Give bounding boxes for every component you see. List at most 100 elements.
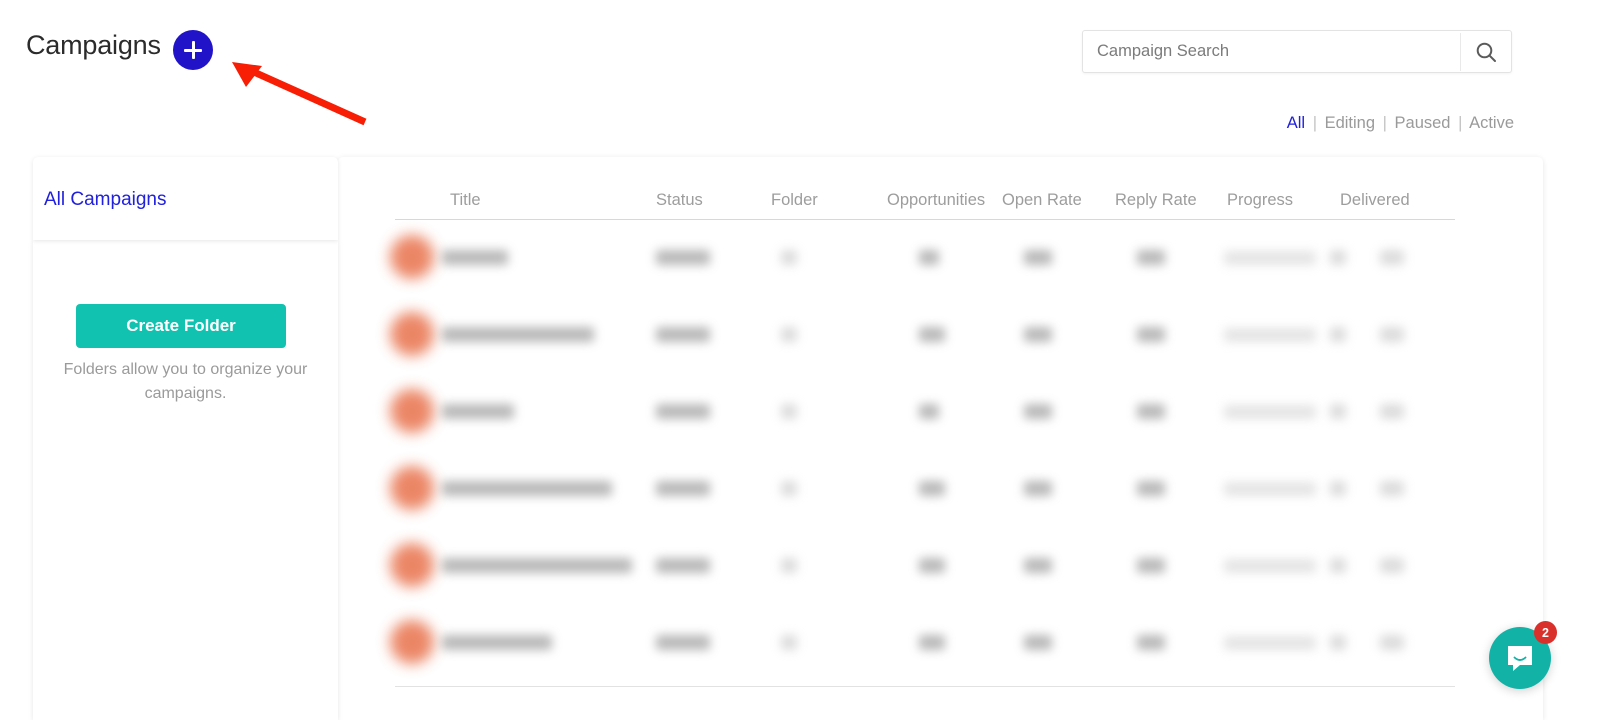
table-row[interactable] bbox=[338, 219, 1543, 296]
sidebar-body-card: Create Folder Folders allow you to organ… bbox=[33, 240, 338, 720]
sidebar-item-all-campaigns[interactable]: All Campaigns bbox=[44, 189, 167, 211]
status-filter-editing[interactable]: Editing bbox=[1325, 114, 1375, 132]
row-status-redacted bbox=[656, 558, 710, 573]
row-progress-redacted bbox=[1224, 559, 1316, 573]
row-progress-value-redacted bbox=[1330, 250, 1346, 265]
table-bottom-divider bbox=[395, 686, 1455, 687]
row-delivered-redacted bbox=[1380, 327, 1404, 342]
row-progress-redacted bbox=[1224, 405, 1316, 419]
row-reply-rate-redacted bbox=[1137, 558, 1165, 573]
row-open-rate-redacted bbox=[1024, 481, 1052, 496]
row-folder-redacted bbox=[781, 481, 797, 496]
row-title-redacted bbox=[442, 635, 552, 650]
row-progress-value-redacted bbox=[1330, 558, 1346, 573]
row-folder-redacted bbox=[781, 327, 797, 342]
row-status-redacted bbox=[656, 250, 710, 265]
status-filter-active[interactable]: Active bbox=[1469, 114, 1514, 132]
row-opportunities-redacted bbox=[919, 327, 945, 342]
row-progress-value-redacted bbox=[1330, 481, 1346, 496]
row-folder-redacted bbox=[781, 404, 797, 419]
row-delivered-redacted bbox=[1380, 250, 1404, 265]
add-campaign-button[interactable] bbox=[173, 30, 213, 70]
campaigns-table-card: Title Status Folder Opportunities Open Rate R… bbox=[338, 157, 1543, 720]
sidebar-tab-card: All Campaigns bbox=[33, 157, 338, 240]
filter-separator: | bbox=[1382, 114, 1387, 132]
plus-icon bbox=[173, 30, 213, 70]
table-row[interactable] bbox=[338, 527, 1543, 604]
folder-help-text: Folders allow you to organize your campa… bbox=[63, 361, 308, 402]
row-opportunities-redacted bbox=[919, 635, 945, 650]
search-button[interactable] bbox=[1461, 32, 1511, 71]
row-title-redacted bbox=[442, 327, 594, 342]
column-header-folder[interactable]: Folder bbox=[771, 191, 818, 210]
row-opportunities-redacted bbox=[919, 404, 939, 419]
row-delivered-redacted bbox=[1380, 558, 1404, 573]
row-progress-redacted bbox=[1224, 251, 1316, 265]
row-folder-redacted bbox=[781, 558, 797, 573]
create-folder-button[interactable]: Create Folder bbox=[76, 304, 286, 348]
table-header: Title Status Folder Opportunities Open Rate R… bbox=[338, 157, 1543, 219]
row-avatar bbox=[390, 235, 434, 279]
row-avatar bbox=[390, 466, 434, 510]
page-header: Campaigns bbox=[0, 0, 1600, 126]
row-progress-value-redacted bbox=[1330, 327, 1346, 342]
row-avatar bbox=[390, 312, 434, 356]
row-progress-redacted bbox=[1224, 636, 1316, 650]
chat-bubble-icon bbox=[1508, 645, 1532, 671]
row-opportunities-redacted bbox=[919, 558, 945, 573]
row-opportunities-redacted bbox=[919, 250, 939, 265]
row-status-redacted bbox=[656, 327, 710, 342]
filter-separator: | bbox=[1312, 114, 1317, 132]
row-progress-redacted bbox=[1224, 328, 1316, 342]
row-progress-redacted bbox=[1224, 482, 1316, 496]
row-avatar bbox=[390, 543, 434, 587]
row-reply-rate-redacted bbox=[1137, 635, 1165, 650]
row-delivered-redacted bbox=[1380, 404, 1404, 419]
row-delivered-redacted bbox=[1380, 635, 1404, 650]
row-status-redacted bbox=[656, 404, 710, 419]
row-open-rate-redacted bbox=[1024, 635, 1052, 650]
table-row[interactable] bbox=[338, 604, 1543, 681]
row-status-redacted bbox=[656, 635, 710, 650]
page-title: Campaigns bbox=[26, 30, 161, 60]
row-reply-rate-redacted bbox=[1137, 327, 1165, 342]
row-reply-rate-redacted bbox=[1137, 250, 1165, 265]
row-delivered-redacted bbox=[1380, 481, 1404, 496]
row-open-rate-redacted bbox=[1024, 327, 1052, 342]
row-open-rate-redacted bbox=[1024, 404, 1052, 419]
intercom-launcher-button[interactable] bbox=[1489, 627, 1551, 689]
row-reply-rate-redacted bbox=[1137, 404, 1165, 419]
row-avatar bbox=[390, 620, 434, 664]
row-open-rate-redacted bbox=[1024, 250, 1052, 265]
filter-separator: | bbox=[1458, 114, 1463, 132]
row-progress-value-redacted bbox=[1330, 404, 1346, 419]
annotation-arrow bbox=[232, 62, 367, 126]
column-header-opportunities[interactable]: Opportunities bbox=[887, 191, 985, 210]
table-row[interactable] bbox=[338, 373, 1543, 450]
column-header-title[interactable]: Title bbox=[450, 191, 481, 210]
column-header-open-rate[interactable]: Open Rate bbox=[1002, 191, 1082, 210]
column-header-progress[interactable]: Progress bbox=[1227, 191, 1293, 210]
table-row[interactable] bbox=[338, 450, 1543, 527]
row-opportunities-redacted bbox=[919, 481, 945, 496]
status-filter-all[interactable]: All bbox=[1287, 114, 1305, 132]
row-title-redacted bbox=[442, 481, 612, 496]
row-title-redacted bbox=[442, 250, 508, 265]
row-progress-value-redacted bbox=[1330, 635, 1346, 650]
table-row[interactable] bbox=[338, 296, 1543, 373]
column-header-delivered[interactable]: Delivered bbox=[1340, 191, 1410, 210]
row-title-redacted bbox=[442, 404, 514, 419]
row-avatar bbox=[390, 389, 434, 433]
row-open-rate-redacted bbox=[1024, 558, 1052, 573]
column-header-reply-rate[interactable]: Reply Rate bbox=[1115, 191, 1197, 210]
status-filter-group: All | Editing | Paused | Active bbox=[1287, 114, 1514, 133]
column-header-status[interactable]: Status bbox=[656, 191, 703, 210]
row-status-redacted bbox=[656, 481, 710, 496]
row-folder-redacted bbox=[781, 250, 797, 265]
row-title-redacted bbox=[442, 558, 632, 573]
search-input[interactable] bbox=[1083, 32, 1460, 71]
row-folder-redacted bbox=[781, 635, 797, 650]
search-box[interactable] bbox=[1082, 30, 1512, 73]
status-filter-paused[interactable]: Paused bbox=[1395, 114, 1451, 132]
search-icon bbox=[1476, 42, 1496, 62]
